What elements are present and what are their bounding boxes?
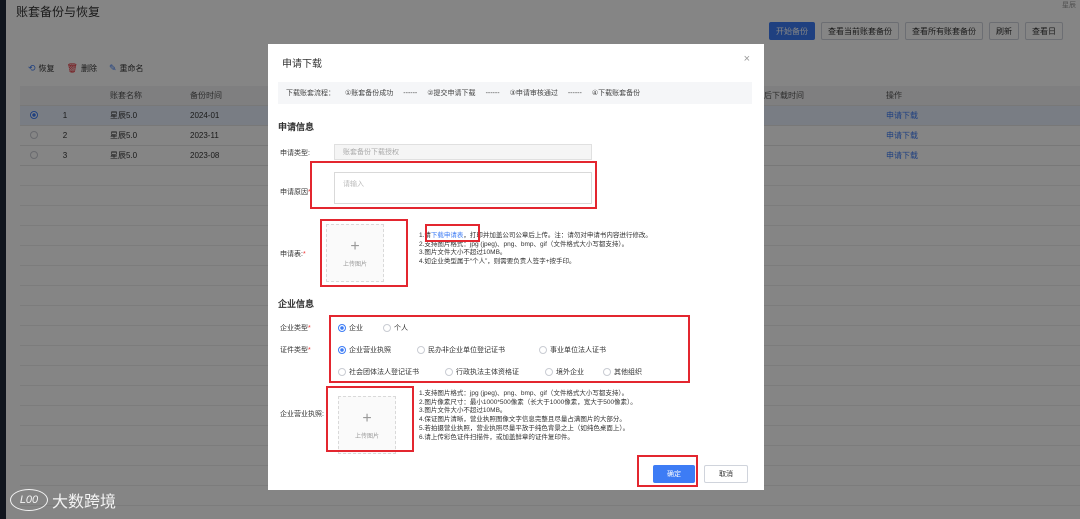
flow-sep: ------ — [485, 89, 500, 97]
download-flow: 下载账套流程： ①账套备份成功 ------ ②提交申请下载 ------ ③申… — [278, 82, 752, 104]
watermark-logo: L00 — [10, 489, 48, 511]
cert-type-label-text: 证件类型 — [280, 347, 308, 354]
apply-download-dialog: 申请下载 × 下载账套流程： ①账套备份成功 ------ ②提交申请下载 --… — [268, 44, 764, 490]
apply-form-label-text: 申请表: — [280, 251, 303, 258]
flow-step: ④下载账套备份 — [591, 90, 641, 97]
cancel-button[interactable]: 取消 — [704, 465, 748, 483]
watermark: L00 大数跨境 — [10, 488, 116, 512]
note-text: 6.请上传彩色证件扫描件，或加盖鲜章的证件复印件。 — [419, 433, 574, 441]
company-info-title: 企业信息 — [278, 299, 315, 309]
watermark-text: 大数跨境 — [52, 494, 117, 511]
apply-type-label: 申请类型: — [280, 150, 310, 157]
company-type-label-text: 企业类型 — [280, 325, 308, 332]
note-text: 1.支持图片格式：jpg (jpeg)、png、bmp、gif（文件格式大小写都… — [419, 390, 629, 397]
flow-label: 下载账套流程： — [286, 90, 335, 97]
license-label: 企业营业执照: — [280, 411, 324, 418]
flow-step: ①账套备份成功 — [345, 90, 394, 97]
highlight-box — [320, 219, 408, 287]
company-type-label: 企业类型* — [280, 325, 311, 332]
apply-reason-label: 申请原因* — [280, 189, 311, 196]
cert-type-label: 证件类型* — [280, 347, 311, 354]
apply-form-label: 申请表:* — [280, 251, 306, 258]
apply-reason-label-text: 申请原因 — [280, 189, 308, 196]
highlight-box — [310, 161, 597, 209]
license-notes: 1.支持图片格式：jpg (jpeg)、png、bmp、gif（文件格式大小写都… — [419, 390, 753, 442]
highlight-box — [637, 455, 698, 487]
close-icon[interactable]: × — [744, 53, 750, 65]
apply-type-input: 账套备份下载授权 — [334, 144, 592, 160]
flow-sep: ------ — [403, 89, 418, 97]
flow-step: ②提交申请下载 — [427, 90, 476, 97]
note-text: 3.图片文件大小不超过10MB。 — [419, 407, 507, 415]
flow-sep: ------ — [567, 89, 582, 97]
note-text: 5.若拍摄营业执照，营业执照尽量平放于纯色背景之上（如纯色桌面上）。 — [419, 424, 630, 432]
note-text: 4.保证图片清晰，营业执照图像文字信息完整且尽量占满图片的大部分。 — [419, 416, 626, 424]
highlight-box — [425, 224, 480, 242]
note-text: ，打印并加盖公司公章后上传。注：请勿对申请书内容进行修改。 — [463, 232, 652, 239]
highlight-box — [326, 386, 414, 452]
note-text: 3.图片文件大小不超过10MB。 — [419, 249, 507, 257]
dialog-title: 申请下载 — [282, 59, 322, 70]
note-text: 4.如企业类型属于“个人”，则需要负责人签字+按手印。 — [419, 258, 576, 266]
flow-step: ③申请审核通过 — [509, 90, 558, 97]
highlight-box — [329, 315, 690, 383]
apply-info-title: 申请信息 — [278, 122, 315, 132]
